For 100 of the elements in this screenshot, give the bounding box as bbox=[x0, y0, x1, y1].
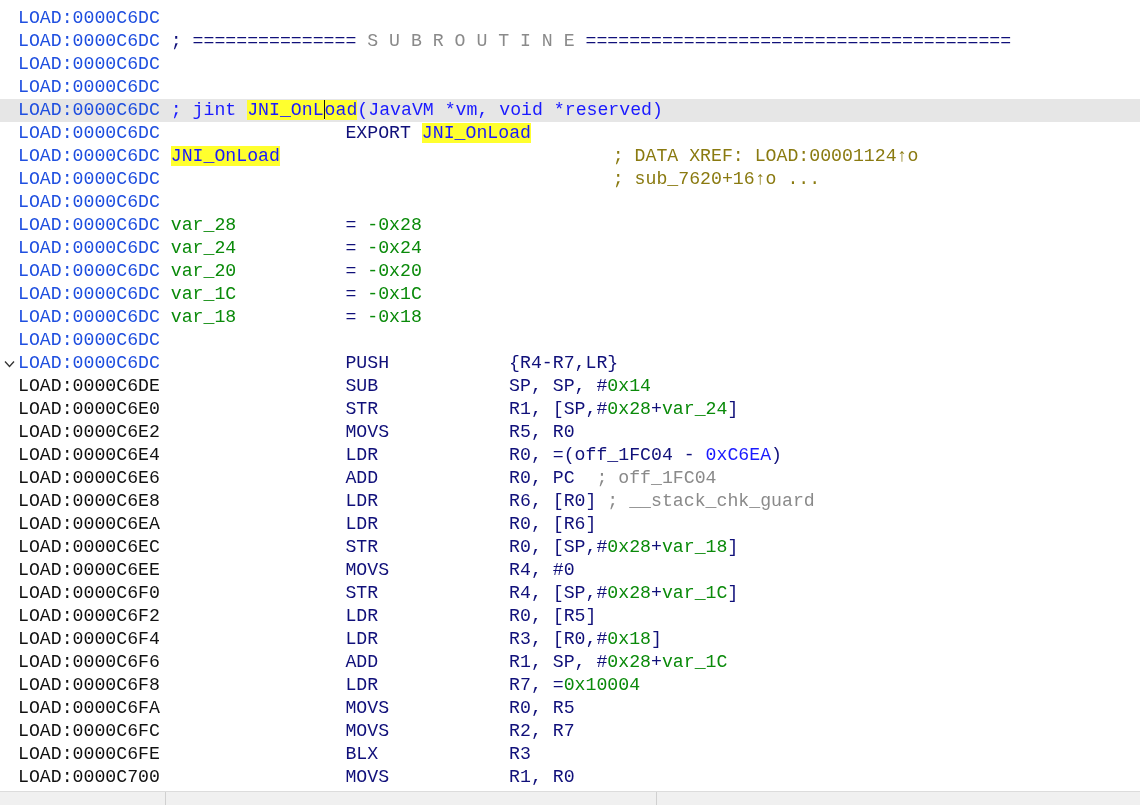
code-line[interactable]: LOAD:0000C6F0 STR R4, [SP,#0x28+var_1C] bbox=[0, 582, 1140, 605]
instruction-operand: R0, =(off_1FC04 - 0xC6EA) bbox=[509, 444, 782, 467]
code-line[interactable]: LOAD:0000C6DC bbox=[0, 191, 1140, 214]
code-line[interactable]: LOAD:0000C6E8 LDR R6, [R0] ; __stack_chk_guard bbox=[0, 490, 1140, 513]
instruction-mnemonic: STR bbox=[345, 536, 379, 559]
line-address: LOAD:0000C6EC bbox=[18, 536, 160, 559]
instruction-operand: {R4-R7,LR} bbox=[509, 352, 619, 375]
instruction-operand: R0, R5 bbox=[509, 697, 575, 720]
line-address: LOAD:0000C6DC bbox=[18, 30, 160, 53]
code-line[interactable]: LOAD:0000C6DC var_28 = -0x28 bbox=[0, 214, 1140, 237]
code-line[interactable]: LOAD:0000C6FE BLX R3 bbox=[0, 743, 1140, 766]
instruction-mnemonic: MOVS bbox=[345, 697, 390, 720]
line-address: LOAD:0000C6DC bbox=[18, 283, 160, 306]
instruction-mnemonic: MOVS bbox=[345, 559, 390, 582]
instruction-mnemonic: = -0x28 bbox=[345, 214, 422, 237]
line-address: LOAD:0000C700 bbox=[18, 766, 160, 789]
code-line[interactable]: LOAD:0000C6DC ; =============== S U B R O U T I N E ======================================= bbox=[0, 30, 1140, 53]
line-text: JNI_OnLoad bbox=[170, 145, 280, 168]
instruction-operand: R7, =0x10004 bbox=[509, 674, 641, 697]
instruction-operand: R3, [R0,#0x18] bbox=[509, 628, 662, 651]
code-line[interactable]: LOAD:0000C6F2 LDR R0, [R5] bbox=[0, 605, 1140, 628]
line-address: LOAD:0000C6F8 bbox=[18, 674, 160, 697]
code-line[interactable]: LOAD:0000C6DC var_20 = -0x20 bbox=[0, 260, 1140, 283]
code-line[interactable]: LOAD:0000C6DE SUB SP, SP, #0x14 bbox=[0, 375, 1140, 398]
instruction-mnemonic: PUSH bbox=[345, 352, 390, 375]
instruction-mnemonic: LDR bbox=[345, 444, 379, 467]
code-line[interactable]: LOAD:0000C6DC bbox=[0, 53, 1140, 76]
line-address: LOAD:0000C6DC bbox=[18, 237, 160, 260]
code-line[interactable]: LOAD:0000C700 MOVS R1, R0 bbox=[0, 766, 1140, 789]
code-line[interactable]: LOAD:0000C6DC bbox=[0, 329, 1140, 352]
line-address: LOAD:0000C6DC bbox=[18, 76, 160, 99]
instruction-mnemonic: LDR bbox=[345, 674, 379, 697]
xref-comment: ; DATA XREF: LOAD:00001124↑o bbox=[612, 145, 919, 168]
instruction-operand: R1, [SP,#0x28+var_24] bbox=[509, 398, 739, 421]
instruction-mnemonic: ADD bbox=[345, 651, 379, 674]
instruction-mnemonic: ADD bbox=[345, 467, 379, 490]
xref-comment: ; sub_7620+16↑o ... bbox=[612, 168, 821, 191]
code-line[interactable]: LOAD:0000C6F4 LDR R3, [R0,#0x18] bbox=[0, 628, 1140, 651]
instruction-mnemonic: MOVS bbox=[345, 766, 390, 789]
line-text: var_18 bbox=[170, 306, 237, 329]
code-line[interactable]: LOAD:0000C6EE MOVS R4, #0 bbox=[0, 559, 1140, 582]
line-text: var_20 bbox=[170, 260, 237, 283]
line-address: LOAD:0000C6F4 bbox=[18, 628, 160, 651]
line-address: LOAD:0000C6DC bbox=[18, 306, 160, 329]
code-line[interactable]: LOAD:0000C6DC EXPORT JNI_OnLoad bbox=[0, 122, 1140, 145]
code-line[interactable]: LOAD:0000C6DC var_24 = -0x24 bbox=[0, 237, 1140, 260]
line-address: LOAD:0000C6DC bbox=[18, 99, 160, 122]
line-address: LOAD:0000C6E8 bbox=[18, 490, 160, 513]
line-address: LOAD:0000C6DC bbox=[18, 7, 160, 30]
instruction-operand: R4, [SP,#0x28+var_1C] bbox=[509, 582, 739, 605]
line-address: LOAD:0000C6DC bbox=[18, 168, 160, 191]
code-line[interactable]: LOAD:0000C6DC bbox=[0, 7, 1140, 30]
code-line[interactable]: LOAD:0000C6E4 LDR R0, =(off_1FC04 - 0xC6EA) bbox=[0, 444, 1140, 467]
code-line[interactable]: LOAD:0000C6DC JNI_OnLoad ; DATA XREF: LOAD:00001124↑o bbox=[0, 145, 1140, 168]
instruction-mnemonic: = -0x20 bbox=[345, 260, 422, 283]
code-line[interactable]: LOAD:0000C6DC var_18 = -0x18 bbox=[0, 306, 1140, 329]
code-line[interactable]: LOAD:0000C6DC ; sub_7620+16↑o ... bbox=[0, 168, 1140, 191]
instruction-mnemonic: STR bbox=[345, 582, 379, 605]
instruction-operand: R0, [R5] bbox=[509, 605, 597, 628]
code-line[interactable]: LOAD:0000C6FC MOVS R2, R7 bbox=[0, 720, 1140, 743]
instruction-operand: R2, R7 bbox=[509, 720, 575, 743]
code-line[interactable]: LOAD:0000C6EC STR R0, [SP,#0x28+var_18] bbox=[0, 536, 1140, 559]
line-address: LOAD:0000C6E0 bbox=[18, 398, 160, 421]
line-address: LOAD:0000C6FC bbox=[18, 720, 160, 743]
code-line[interactable]: LOAD:0000C6FA MOVS R0, R5 bbox=[0, 697, 1140, 720]
instruction-operand: SP, SP, #0x14 bbox=[509, 375, 651, 398]
code-line[interactable]: LOAD:0000C6E0 STR R1, [SP,#0x28+var_24] bbox=[0, 398, 1140, 421]
chevron-down-icon[interactable] bbox=[3, 359, 15, 368]
code-line[interactable]: LOAD:0000C6EA LDR R0, [R6] bbox=[0, 513, 1140, 536]
code-line[interactable]: LOAD:0000C6E6 ADD R0, PC ; off_1FC04 bbox=[0, 467, 1140, 490]
instruction-mnemonic: = -0x1C bbox=[345, 283, 422, 306]
line-address: LOAD:0000C6FA bbox=[18, 697, 160, 720]
instruction-mnemonic: = -0x18 bbox=[345, 306, 422, 329]
instruction-operand: R6, [R0] ; __stack_chk_guard bbox=[509, 490, 815, 513]
code-line[interactable]: LOAD:0000C6F6 ADD R1, SP, #0x28+var_1C bbox=[0, 651, 1140, 674]
instruction-mnemonic: EXPORT JNI_OnLoad bbox=[345, 122, 531, 145]
instruction-operand: R1, R0 bbox=[509, 766, 575, 789]
line-text: var_1C bbox=[170, 283, 237, 306]
line-text: ; =============== S U B R O U T I N E ======================================= bbox=[170, 30, 1012, 53]
instruction-mnemonic: LDR bbox=[345, 490, 379, 513]
code-line[interactable]: LOAD:0000C6DC PUSH {R4-R7,LR} bbox=[0, 352, 1140, 375]
instruction-mnemonic: LDR bbox=[345, 513, 379, 536]
line-address: LOAD:0000C6F2 bbox=[18, 605, 160, 628]
instruction-operand: R0, [SP,#0x28+var_18] bbox=[509, 536, 739, 559]
line-address: LOAD:0000C6F6 bbox=[18, 651, 160, 674]
line-address: LOAD:0000C6DC bbox=[18, 53, 160, 76]
line-address: LOAD:0000C6F0 bbox=[18, 582, 160, 605]
instruction-operand: R5, R0 bbox=[509, 421, 575, 444]
line-address: LOAD:0000C6DC bbox=[18, 122, 160, 145]
code-line[interactable]: LOAD:0000C6DC var_1C = -0x1C bbox=[0, 283, 1140, 306]
instruction-mnemonic: = -0x24 bbox=[345, 237, 422, 260]
line-address: LOAD:0000C6E6 bbox=[18, 467, 160, 490]
instruction-operand: R4, #0 bbox=[509, 559, 575, 582]
instruction-mnemonic: LDR bbox=[345, 628, 379, 651]
code-line[interactable]: LOAD:0000C6F8 LDR R7, =0x10004 bbox=[0, 674, 1140, 697]
code-line[interactable]: LOAD:0000C6DC bbox=[0, 76, 1140, 99]
line-address: LOAD:0000C6EA bbox=[18, 513, 160, 536]
code-line[interactable]: LOAD:0000C6E2 MOVS R5, R0 bbox=[0, 421, 1140, 444]
line-address: LOAD:0000C6E2 bbox=[18, 421, 160, 444]
instruction-operand: R0, PC ; off_1FC04 bbox=[509, 467, 717, 490]
